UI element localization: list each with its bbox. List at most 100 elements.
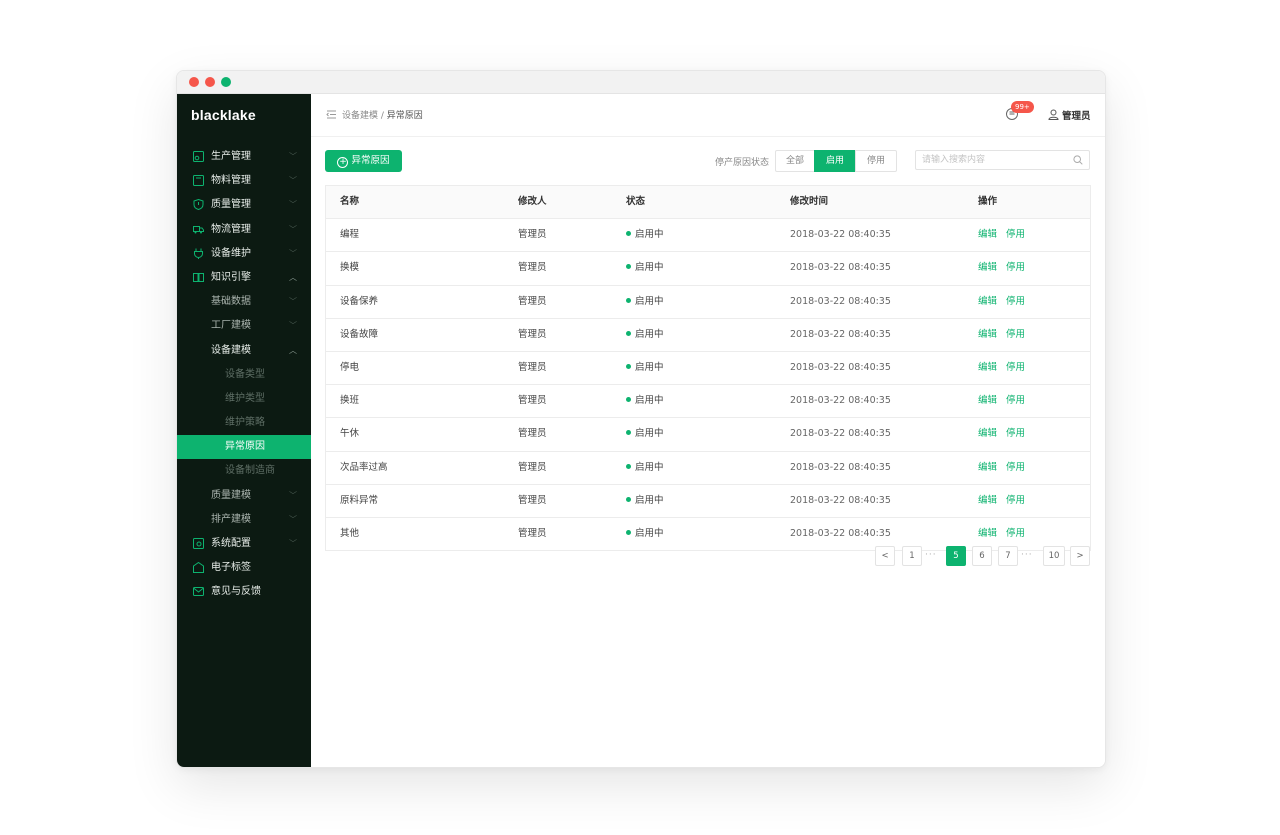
edit-link[interactable]: 编辑: [978, 528, 997, 539]
sidebar-item-quality-modeling[interactable]: 质量建模 ﹀: [177, 484, 311, 508]
chevron-down-icon: ﹀: [289, 248, 297, 258]
sidebar-item-maintenance-strategy[interactable]: 维护策略: [177, 411, 311, 435]
sidebar-item-material[interactable]: 物料管理 ﹀: [177, 169, 311, 193]
sidebar-item-basic-data[interactable]: 基础数据 ﹀: [177, 290, 311, 314]
edit-link[interactable]: 编辑: [978, 395, 997, 406]
chevron-down-icon: ﹀: [289, 200, 297, 210]
table-header-row: 名称 修改人 状态 修改时间 操作: [326, 186, 1090, 220]
chevron-down-icon: ﹀: [289, 152, 297, 161]
disable-link[interactable]: 停用: [1006, 229, 1025, 240]
sidebar-menu: 生产管理 ﹀ 物料管理 ﹀ 质量管理 ﹀ 物流管理 ﹀ 设备维护 ﹀ 知识引擎 …: [177, 145, 311, 605]
table-row: 换模 管理员 启用中 2018-03-22 08:40:35 编辑 停用: [326, 252, 1090, 286]
filter-option-enabled[interactable]: 启用: [814, 150, 856, 172]
edit-link[interactable]: 编辑: [978, 362, 997, 373]
pagination-page[interactable]: 10: [1043, 546, 1065, 566]
disable-link[interactable]: 停用: [1006, 395, 1025, 406]
search-icon[interactable]: [1073, 155, 1083, 165]
sidebar-item-production[interactable]: 生产管理 ﹀: [177, 145, 311, 169]
sidebar-item-equipment-modeling[interactable]: 设备建模 ︿: [177, 339, 311, 363]
table-row: 换班 管理员 启用中 2018-03-22 08:40:35 编辑 停用: [326, 385, 1090, 419]
sidebar-item-e-label[interactable]: 电子标签: [177, 556, 311, 580]
sidebar-item-label: 意见与反馈: [211, 586, 261, 598]
pagination-ellipsis[interactable]: ···: [1021, 546, 1033, 566]
row-status: 启用中: [626, 219, 664, 251]
filter-option-disabled[interactable]: 停用: [855, 150, 897, 172]
sidebar-item-label: 物流管理: [211, 223, 251, 235]
menu-collapse-icon[interactable]: [326, 109, 337, 120]
user-name[interactable]: 管理员: [1062, 108, 1091, 122]
row-status: 启用中: [626, 385, 664, 417]
breadcrumb-current: 异常原因: [386, 111, 423, 121]
pagination-prev-button[interactable]: <: [875, 546, 895, 566]
row-status-text: 启用中: [635, 395, 664, 407]
sidebar-item-knowledge[interactable]: 知识引擎 ︿: [177, 266, 311, 290]
window-maximize-button[interactable]: [221, 77, 231, 87]
pagination-page[interactable]: 1: [902, 546, 922, 566]
table-row: 设备故障 管理员 启用中 2018-03-22 08:40:35 编辑 停用: [326, 319, 1090, 352]
sidebar-item-factory-modeling[interactable]: 工厂建模 ﹀: [177, 314, 311, 338]
disable-link[interactable]: 停用: [1006, 428, 1025, 439]
window-minimize-button[interactable]: [205, 77, 215, 87]
edit-link[interactable]: 编辑: [978, 329, 997, 340]
status-dot-icon: [626, 363, 631, 369]
disable-link[interactable]: 停用: [1006, 362, 1025, 373]
row-status: 启用中: [626, 418, 664, 450]
edit-link[interactable]: 编辑: [978, 428, 997, 439]
row-time: 2018-03-22 08:40:35: [790, 262, 891, 274]
sidebar-item-feedback[interactable]: 意见与反馈: [177, 580, 311, 604]
edit-link[interactable]: 编辑: [978, 462, 997, 473]
disable-link[interactable]: 停用: [1006, 462, 1025, 473]
filter-option-all[interactable]: 全部: [775, 150, 815, 172]
window-close-button[interactable]: [189, 77, 199, 87]
edit-link[interactable]: 编辑: [978, 495, 997, 506]
edit-link[interactable]: 编辑: [978, 262, 997, 273]
table-row: 停电 管理员 启用中 2018-03-22 08:40:35 编辑 停用: [326, 352, 1090, 386]
pagination-ellipsis[interactable]: ···: [925, 546, 937, 566]
edit-link[interactable]: 编辑: [978, 229, 997, 240]
column-header-time: 修改时间: [790, 196, 829, 207]
row-name: 编程: [340, 229, 360, 241]
sidebar-item-label: 异常原因: [225, 441, 265, 453]
sidebar: blacklake 生产管理 ﹀ 物料管理 ﹀ 质量管理 ﹀ 物流管理 ﹀ 设备…: [177, 94, 311, 767]
sidebar-item-quality[interactable]: 质量管理 ﹀: [177, 193, 311, 217]
disable-link[interactable]: 停用: [1006, 495, 1025, 506]
add-exception-reason-button[interactable]: + 异常原因: [325, 150, 402, 172]
table-row: 编程 管理员 启用中 2018-03-22 08:40:35 编辑 停用: [326, 219, 1090, 253]
pagination-page[interactable]: 7: [998, 546, 1018, 566]
mail-icon: [193, 587, 204, 597]
disable-link[interactable]: 停用: [1006, 528, 1025, 539]
row-actions: 编辑 停用: [978, 286, 1034, 318]
row-status-text: 启用中: [635, 527, 664, 539]
edit-link[interactable]: 编辑: [978, 296, 997, 307]
status-dot-icon: [626, 297, 631, 303]
breadcrumb-parent[interactable]: 设备建模: [342, 111, 378, 121]
row-modifier: 管理员: [518, 428, 547, 440]
table-row: 原料异常 管理员 启用中 2018-03-22 08:40:35 编辑 停用: [326, 485, 1090, 518]
sidebar-item-equipment[interactable]: 设备维护 ﹀: [177, 242, 311, 266]
sidebar-item-exception-reason[interactable]: 异常原因: [177, 435, 311, 460]
column-header-modifier: 修改人: [518, 196, 547, 207]
sidebar-item-logistics[interactable]: 物流管理 ﹀: [177, 218, 311, 242]
top-bar: 设备建模 / 异常原因 99+ 管理员: [311, 94, 1105, 137]
user-icon[interactable]: [1048, 109, 1059, 120]
pagination-page[interactable]: 6: [972, 546, 992, 566]
exception-reason-table: 名称 修改人 状态 修改时间 操作 编程 管理员 启用中 2018-03-22 08:…: [325, 185, 1091, 552]
sidebar-item-label: 生产管理: [211, 151, 251, 162]
disable-link[interactable]: 停用: [1006, 329, 1025, 340]
search-input[interactable]: [922, 153, 1067, 167]
row-modifier: 管理员: [518, 262, 547, 274]
sidebar-item-maintenance-type[interactable]: 维护类型: [177, 387, 311, 411]
sidebar-item-label: 质量管理: [211, 199, 251, 211]
sidebar-item-scheduling-modeling[interactable]: 排产建模 ﹀: [177, 508, 311, 532]
sidebar-item-equipment-manufacturer[interactable]: 设备制造商: [177, 459, 311, 483]
disable-link[interactable]: 停用: [1006, 296, 1025, 307]
disable-link[interactable]: 停用: [1006, 262, 1025, 273]
book-icon: [193, 272, 204, 282]
sidebar-item-equipment-type[interactable]: 设备类型: [177, 363, 311, 387]
chevron-down-icon: ﹀: [289, 224, 297, 234]
pagination-next-button[interactable]: >: [1070, 546, 1090, 566]
row-modifier: 管理员: [518, 461, 547, 473]
pagination-page-current[interactable]: 5: [946, 546, 966, 566]
material-icon: [193, 175, 204, 187]
sidebar-item-system-config[interactable]: 系统配置 ﹀: [177, 532, 311, 556]
